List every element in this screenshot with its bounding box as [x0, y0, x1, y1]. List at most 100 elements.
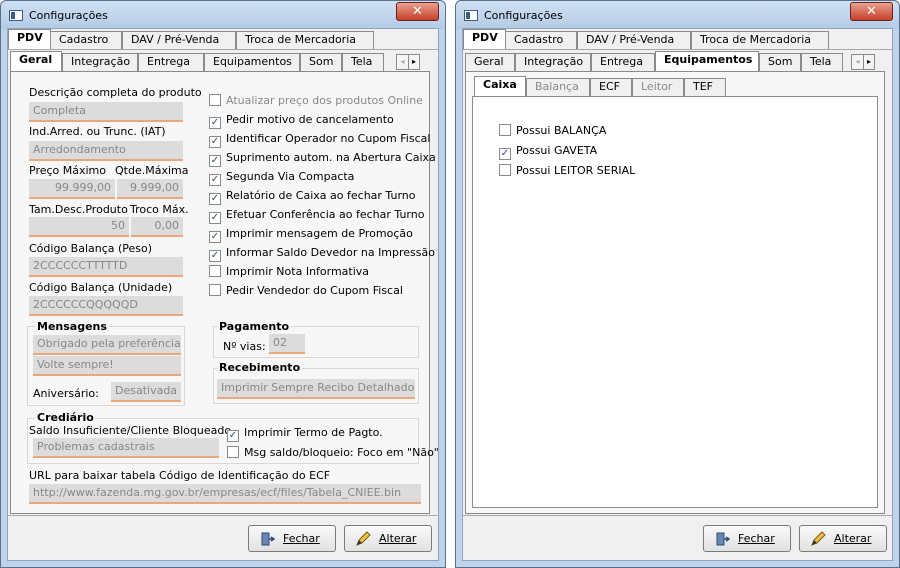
saldo-field[interactable]: Problemas cadastrais: [33, 438, 219, 458]
checkbox-box[interactable]: ✓: [209, 136, 221, 148]
url-field[interactable]: http://www.fazenda.mg.gov.br/empresas/ec…: [29, 484, 421, 504]
checkbox-box[interactable]: ✓: [209, 212, 221, 224]
close-button[interactable]: ✕: [850, 2, 893, 21]
tab-pdv[interactable]: PDV: [8, 29, 51, 49]
aniversario-field[interactable]: Desativada: [111, 382, 181, 402]
iat-field[interactable]: Arredondamento: [29, 141, 183, 161]
scroll-left-icon[interactable]: ◂: [397, 55, 408, 69]
alterar-button[interactable]: Alterar: [799, 525, 887, 552]
preco-max-field[interactable]: 99.999,00: [29, 179, 115, 199]
checkbox-box[interactable]: ✓: [209, 155, 221, 167]
checkbox-box[interactable]: ✓: [227, 430, 239, 442]
recebimento-field[interactable]: Imprimir Sempre Recibo Detalhado: [217, 379, 415, 399]
checkbox-label: Imprimir Termo de Pagto.: [244, 426, 383, 439]
option-checkbox[interactable]: ✓ Relatório de Caixa ao fechar Turno: [209, 189, 415, 205]
checkbox-label: Possui GAVETA: [516, 144, 598, 157]
tab-balanca[interactable]: Balança: [526, 78, 590, 96]
tab-leitor[interactable]: Leitor: [632, 78, 684, 96]
tab-troca-de-mercadoria[interactable]: Troca de Mercadoria: [236, 31, 374, 49]
option-checkbox[interactable]: ✓ Identificar Operador no Cupom Fiscal: [209, 132, 431, 148]
tab-caixa[interactable]: Caixa: [474, 76, 526, 96]
tab-ecf[interactable]: ECF: [590, 78, 632, 96]
tab-entrega[interactable]: Entrega: [138, 53, 204, 71]
tab-equipamentos[interactable]: Equipamentos: [204, 53, 300, 71]
checkbox-label: Identificar Operador no Cupom Fiscal: [226, 132, 431, 145]
configuracoes-window-left: Configurações ✕ PDV Cadastro DAV / Pré-V…: [0, 0, 446, 568]
fechar-button[interactable]: Fechar: [703, 525, 791, 552]
window-icon: [464, 10, 478, 21]
checkbox-box[interactable]: [209, 94, 221, 106]
vias-label: Nº vias:: [223, 340, 266, 353]
tab-scroll-arrows[interactable]: ◂ ▸: [396, 54, 420, 70]
option-checkbox[interactable]: ✓ Suprimento autom. na Abertura Caixa: [209, 151, 436, 167]
cod-bal-unid-field[interactable]: 2CCCCCCQQQQQD: [29, 296, 183, 316]
scroll-right-icon[interactable]: ▸: [863, 55, 874, 69]
checkbox-box[interactable]: ✓: [209, 231, 221, 243]
checkbox-box[interactable]: ✓: [209, 174, 221, 186]
checkbox-label: Pedir Vendedor do Cupom Fiscal: [226, 284, 403, 297]
checkbox-label: Efetuar Conferência ao fechar Turno: [226, 208, 425, 221]
option-checkbox[interactable]: Imprimir Nota Informativa: [209, 265, 369, 279]
alterar-button[interactable]: Alterar: [344, 525, 432, 552]
tab-integracao[interactable]: Integração: [515, 53, 591, 71]
tab-scroll-arrows[interactable]: ◂ ▸: [851, 54, 875, 70]
option-checkbox[interactable]: ✓ Efetuar Conferência ao fechar Turno: [209, 208, 425, 224]
recebimento-title: Recebimento: [217, 361, 303, 374]
checkbox-box[interactable]: ✓: [209, 117, 221, 129]
mensagem-2-field[interactable]: Volte sempre!: [33, 356, 181, 376]
checkbox-box[interactable]: [499, 164, 511, 176]
option-checkbox[interactable]: Possui BALANÇA: [499, 124, 606, 138]
imprimir-termo-checkbox[interactable]: ✓ Imprimir Termo de Pagto.: [227, 426, 383, 442]
tab-tela[interactable]: Tela: [342, 53, 384, 71]
tab-cadastro[interactable]: Cadastro: [505, 31, 577, 49]
tab-geral[interactable]: Geral: [465, 53, 515, 71]
configuracoes-window-right: Configurações ✕ PDV Cadastro DAV / Pré-V…: [455, 0, 900, 568]
checkbox-box[interactable]: ✓: [209, 250, 221, 262]
scroll-right-icon[interactable]: ▸: [408, 55, 419, 69]
tab-cadastro[interactable]: Cadastro: [50, 31, 122, 49]
tab-geral[interactable]: Geral: [10, 51, 62, 71]
pagamento-title: Pagamento: [217, 320, 292, 333]
tab-troca-de-mercadoria[interactable]: Troca de Mercadoria: [691, 31, 829, 49]
tab-divider: [8, 49, 438, 50]
checkbox-box[interactable]: [499, 124, 511, 136]
checkbox-box[interactable]: [209, 265, 221, 277]
option-checkbox[interactable]: Pedir Vendedor do Cupom Fiscal: [209, 284, 403, 298]
descricao-field[interactable]: Completa: [29, 102, 183, 122]
option-checkbox[interactable]: ✓ Informar Saldo Devedor na Impressão: [209, 246, 435, 262]
fechar-button[interactable]: Fechar: [248, 525, 336, 552]
tab-som[interactable]: Som: [300, 53, 342, 71]
checkbox-box[interactable]: ✓: [209, 193, 221, 205]
tab-tef[interactable]: TEF: [684, 78, 726, 96]
tab-som[interactable]: Som: [759, 53, 801, 71]
checkbox-box[interactable]: ✓: [499, 148, 511, 160]
tab-pdv[interactable]: PDV: [463, 29, 506, 49]
option-checkbox[interactable]: ✓ Segunda Via Compacta: [209, 170, 354, 186]
tab-dav-pre-venda[interactable]: DAV / Pré-Venda: [122, 31, 236, 49]
option-checkbox[interactable]: ✓ Imprimir mensagem de Promoção: [209, 227, 413, 243]
option-checkbox[interactable]: ✓ Possui GAVETA: [499, 144, 598, 160]
tam-desc-field[interactable]: 50: [29, 217, 129, 237]
tab-entrega[interactable]: Entrega: [591, 53, 655, 71]
option-checkbox[interactable]: ✓ Pedir motivo de cancelamento: [209, 113, 394, 129]
option-checkbox[interactable]: Atualizar preço dos produtos Online: [209, 94, 423, 108]
vias-field[interactable]: 02: [269, 334, 305, 354]
scroll-left-icon[interactable]: ◂: [852, 55, 863, 69]
qtde-max-field[interactable]: 9.999,00: [117, 179, 183, 199]
troco-max-field[interactable]: 0,00: [131, 217, 183, 237]
tab-integracao[interactable]: Integração: [62, 53, 138, 71]
title-bar: Configurações ✕: [1, 1, 445, 29]
msg-saldo-checkbox[interactable]: Msg saldo/bloqueio: Foco em "Não": [227, 446, 439, 460]
tab-tela[interactable]: Tela: [801, 53, 843, 71]
close-button[interactable]: ✕: [396, 2, 439, 21]
tab-equipamentos[interactable]: Equipamentos: [655, 51, 759, 71]
option-checkbox[interactable]: Possui LEITOR SERIAL: [499, 164, 635, 178]
checkbox-label: Msg saldo/bloqueio: Foco em "Não": [244, 446, 439, 459]
mensagem-1-field[interactable]: Obrigado pela preferência: [33, 335, 181, 355]
cod-bal-peso-field[interactable]: 2CCCCCCTTTTTD: [29, 257, 183, 277]
checkbox-box[interactable]: [209, 284, 221, 296]
checkbox-box[interactable]: [227, 446, 239, 458]
descricao-label: Descrição completa do produto: [29, 86, 202, 99]
saldo-label: Saldo Insuficiente/Cliente Bloqueado: [29, 424, 232, 437]
tab-dav-pre-venda[interactable]: DAV / Pré-Venda: [577, 31, 691, 49]
